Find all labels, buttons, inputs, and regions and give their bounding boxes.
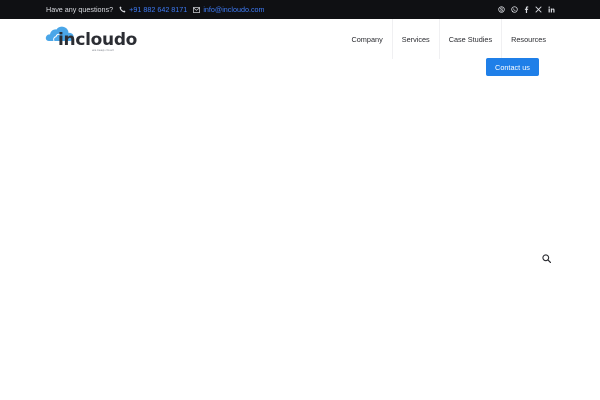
top-bar: Have any questions? +91 882 642 8171 inf… <box>0 0 600 19</box>
skype-icon[interactable] <box>498 6 505 13</box>
logo-wordmark: incloudo <box>58 30 138 50</box>
email-link[interactable]: info@incloudo.com <box>193 5 265 14</box>
phone-icon <box>119 6 126 13</box>
nav-item-company[interactable]: Company <box>342 19 391 59</box>
social-links <box>498 0 555 19</box>
nav-item-resources[interactable]: Resources <box>501 19 555 59</box>
phone-link[interactable]: +91 882 642 8171 <box>119 5 187 14</box>
contact-us-button[interactable]: Contact us <box>486 58 539 76</box>
nav-item-case-studies[interactable]: Case Studies <box>438 19 501 59</box>
top-bar-question: Have any questions? <box>46 5 114 14</box>
phone-number: +91 882 642 8171 <box>129 5 188 14</box>
main-nav: Company Services Case Studies Resources <box>342 19 555 59</box>
site-logo[interactable]: incloudo we keep cloud <box>45 25 137 53</box>
site-header: incloudo we keep cloud Company Services … <box>0 19 600 59</box>
facebook-icon[interactable] <box>524 6 529 13</box>
email-address: info@incloudo.com <box>203 5 265 14</box>
top-bar-contact: Have any questions? +91 882 642 8171 inf… <box>46 0 265 19</box>
search-icon[interactable] <box>542 254 551 263</box>
nav-item-services[interactable]: Services <box>391 19 439 59</box>
logo-tagline: we keep cloud <box>92 48 114 52</box>
mail-icon <box>193 6 201 13</box>
whatsapp-icon[interactable] <box>511 6 518 13</box>
linkedin-icon[interactable] <box>548 6 555 13</box>
x-icon[interactable] <box>535 6 542 13</box>
